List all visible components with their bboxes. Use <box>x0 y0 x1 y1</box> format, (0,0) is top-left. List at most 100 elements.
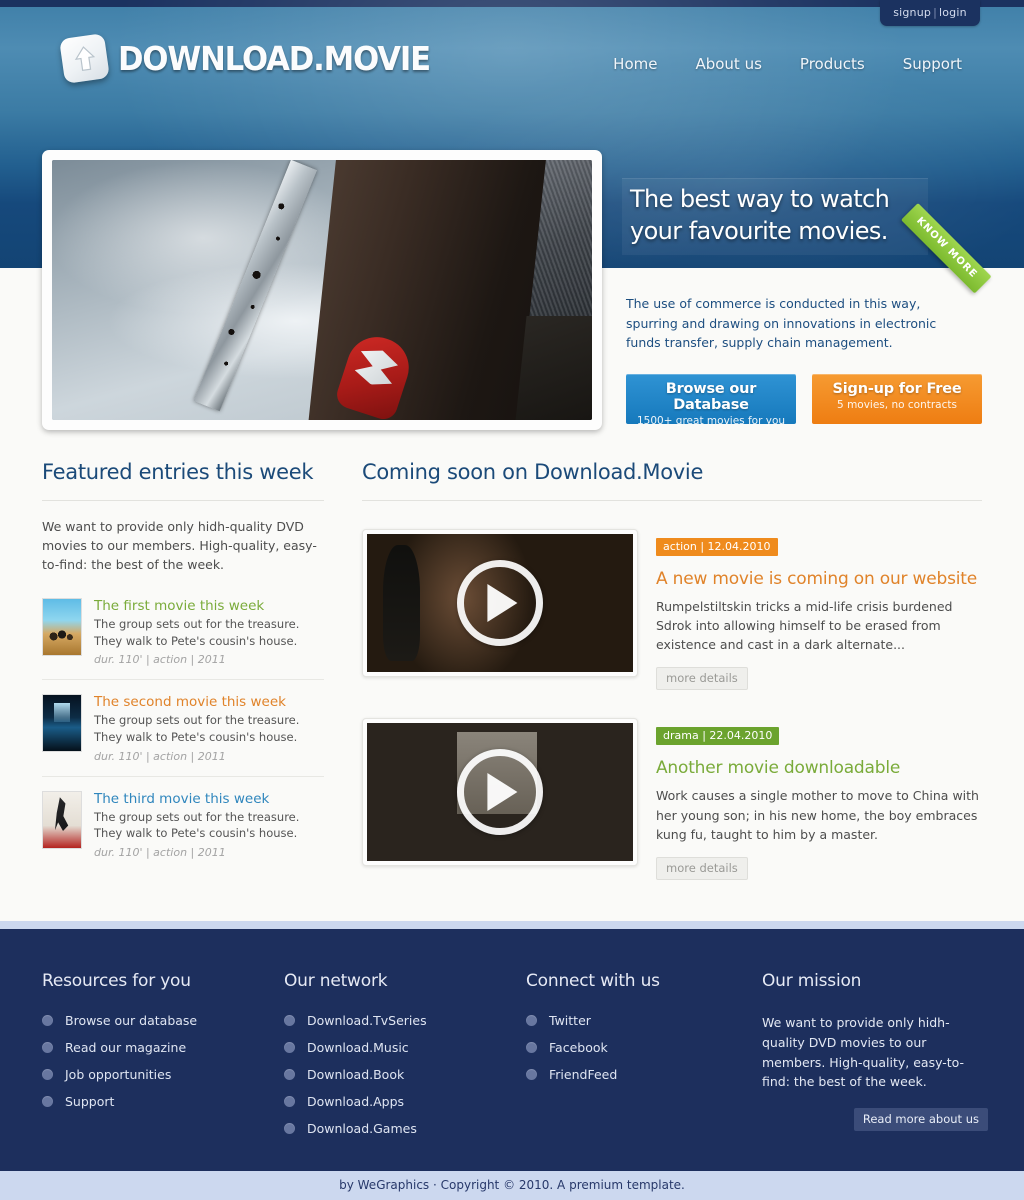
video-thumbnail-1[interactable] <box>362 529 638 677</box>
featured-column: Featured entries this week We want to pr… <box>42 460 324 872</box>
hero-image-fabric-lower <box>513 315 592 420</box>
footer-link-label: Twitter <box>549 1013 591 1028</box>
bullet-icon <box>42 1015 53 1026</box>
browse-database-button[interactable]: Browse our Database 1500+ great movies f… <box>626 374 796 427</box>
status-badge: drama | 22.04.2010 <box>656 727 780 746</box>
movie-poster-icon <box>42 790 82 849</box>
upload-arrow-glyph <box>74 45 95 71</box>
status-badge: action | 12.04.2010 <box>656 538 778 556</box>
footer-link-label: FriendFeed <box>549 1067 618 1082</box>
footer-link-apps[interactable]: Download.Apps <box>284 1094 504 1109</box>
main-navigation: Home About us Products Support <box>613 55 962 73</box>
footer-link-facebook[interactable]: Facebook <box>526 1040 746 1055</box>
read-more-about-us-button[interactable]: Read more about us <box>853 1108 988 1131</box>
list-item-meta: dur. 110' | action | 2011 <box>94 653 226 667</box>
list-item-title[interactable]: The first movie this week <box>94 598 324 614</box>
copyright-bar: by WeGraphics · Copyright © 2010. A prem… <box>0 1171 1024 1200</box>
nav-item-home[interactable]: Home <box>613 55 657 73</box>
site-logo[interactable]: DOWNLOAD.MOVIE <box>59 33 454 84</box>
footer-column-network: Our network Download.TvSeries Download.M… <box>284 971 504 1148</box>
nav-item-about-us[interactable]: About us <box>695 55 761 73</box>
list-item-body: The third movie this week The group sets… <box>94 791 324 859</box>
footer-link-magazine[interactable]: Read our magazine <box>42 1040 262 1055</box>
featured-intro-text: We want to provide only hidh-quality DVD… <box>42 519 317 572</box>
list-item-meta: dur. 110' | action | 2011 <box>94 846 226 860</box>
hero-slider[interactable] <box>42 150 602 430</box>
signup-free-button[interactable]: Sign-up for Free 5 movies, no contracts <box>812 374 982 424</box>
list-item[interactable]: The second movie this week The group set… <box>42 680 324 777</box>
footer-column-connect: Connect with us Twitter Facebook FriendF… <box>526 971 746 1094</box>
list-item-description: The group sets out for the treasure. The… <box>94 617 300 648</box>
footer-link-book[interactable]: Download.Book <box>284 1067 504 1082</box>
bullet-icon <box>42 1096 53 1107</box>
footer-link-support[interactable]: Support <box>42 1094 262 1109</box>
footer-link-label: Download.Music <box>307 1040 409 1055</box>
footer-link-twitter[interactable]: Twitter <box>526 1013 746 1028</box>
video-still <box>367 723 633 862</box>
footer-heading-connect: Connect with us <box>526 971 660 991</box>
list-item-description: The group sets out for the treasure. The… <box>94 809 300 841</box>
signup-free-title: Sign-up for Free <box>832 381 962 397</box>
bullet-icon <box>284 1015 295 1026</box>
hero-image-fabric <box>526 160 592 340</box>
footer-heading-network: Our network <box>284 971 388 991</box>
coming-soon-entry-title[interactable]: A new movie is coming on our website <box>656 569 982 589</box>
footer-link-browse-database[interactable]: Browse our database <box>42 1013 262 1028</box>
list-item-description: The group sets out for the treasure. The… <box>94 713 300 745</box>
footer-link-jobs[interactable]: Job opportunities <box>42 1067 262 1082</box>
footer-heading-mission: Our mission <box>762 971 862 991</box>
list-item-title[interactable]: The third movie this week <box>94 791 324 807</box>
coming-soon-entry: action | 12.04.2010 A new movie is comin… <box>362 529 982 691</box>
signup-link[interactable]: signup <box>893 6 931 19</box>
more-details-button[interactable]: more details <box>656 856 748 880</box>
footer-link-label: Job opportunities <box>65 1067 172 1082</box>
login-link[interactable]: login <box>939 6 967 19</box>
coming-soon-entry-title[interactable]: Another movie downloadable <box>656 758 982 778</box>
bullet-icon <box>284 1042 295 1053</box>
video-still <box>367 534 633 672</box>
hero-image <box>52 160 592 420</box>
coming-soon-entry-body: action | 12.04.2010 A new movie is comin… <box>656 529 982 691</box>
auth-separator: | <box>933 6 937 19</box>
footer-link-friendfeed[interactable]: FriendFeed <box>526 1067 746 1082</box>
browse-database-title: Browse our Database <box>665 381 757 413</box>
footer-link-label: Download.Book <box>307 1067 405 1082</box>
bullet-icon <box>284 1069 295 1080</box>
movie-poster-icon <box>42 694 82 753</box>
footer-link-games[interactable]: Download.Games <box>284 1121 504 1136</box>
more-details-button[interactable]: more details <box>656 667 748 691</box>
browse-database-subtitle: 1500+ great movies for you <box>636 415 786 427</box>
bullet-icon <box>526 1069 537 1080</box>
footer-mission-text: We want to provide only hidh-quality DVD… <box>762 1015 965 1090</box>
footer-link-music[interactable]: Download.Music <box>284 1040 504 1055</box>
hero-description: The use of commerce is conducted in this… <box>626 296 937 350</box>
footer-divider <box>0 921 1024 929</box>
coming-soon-entry: drama | 22.04.2010 Another movie downloa… <box>362 718 982 880</box>
footer-link-label: Support <box>65 1094 115 1109</box>
footer-link-label: Read our magazine <box>65 1040 187 1055</box>
header-top-strip <box>0 0 1024 7</box>
auth-tab[interactable]: signup | login <box>880 0 980 26</box>
list-item-title[interactable]: The second movie this week <box>94 694 324 710</box>
list-item[interactable]: The first movie this week The group sets… <box>42 584 324 681</box>
play-icon[interactable] <box>457 749 543 836</box>
footer-link-label: Download.Apps <box>307 1094 405 1109</box>
movie-poster-icon <box>42 598 82 656</box>
nav-item-products[interactable]: Products <box>800 55 865 73</box>
coming-soon-column: Coming soon on Download.Movie action | 1… <box>362 460 982 880</box>
list-item-body: The first movie this week The group sets… <box>94 598 324 666</box>
footer-heading-resources: Resources for you <box>42 971 191 991</box>
play-icon[interactable] <box>457 560 543 646</box>
featured-list: The first movie this week The group sets… <box>42 584 324 872</box>
nav-item-support[interactable]: Support <box>903 55 962 73</box>
bullet-icon <box>284 1123 295 1134</box>
footer-link-label: Download.TvSeries <box>307 1013 427 1028</box>
coming-soon-entry-description: Rumpelstiltskin tricks a mid-life crisis… <box>656 599 953 653</box>
list-item[interactable]: The third movie this week The group sets… <box>42 777 324 872</box>
bullet-icon <box>42 1042 53 1053</box>
video-thumbnail-2[interactable] <box>362 718 638 867</box>
footer-column-resources: Resources for you Browse our database Re… <box>42 971 262 1121</box>
footer-link-tvseries[interactable]: Download.TvSeries <box>284 1013 504 1028</box>
list-item-meta: dur. 110' | action | 2011 <box>94 749 226 763</box>
footer-link-label: Download.Games <box>307 1121 417 1136</box>
